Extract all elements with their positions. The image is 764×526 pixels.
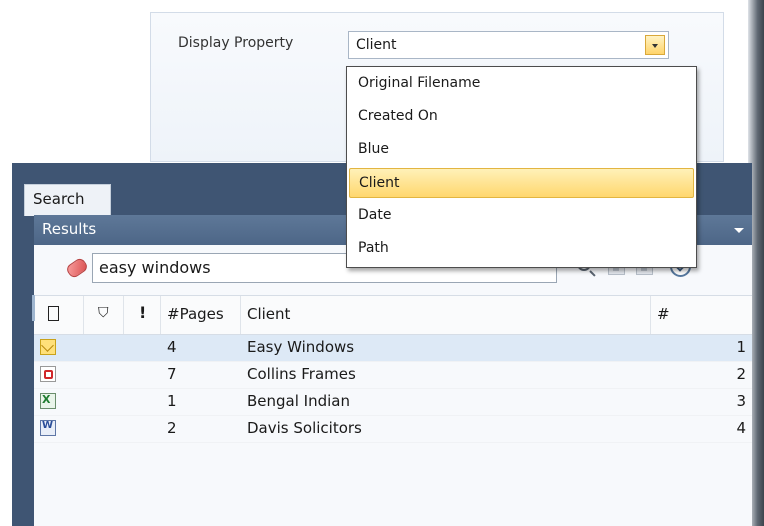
grid-header: ⛉ ! #Pages Client # — [34, 295, 752, 335]
dropdown-arrow-icon[interactable] — [645, 35, 665, 55]
results-grid: ⛉ ! #Pages Client # 4 Easy Windows 1 7 C… — [32, 295, 752, 443]
eraser-icon[interactable] — [64, 256, 90, 280]
column-flag[interactable]: ⛉ — [84, 296, 124, 334]
dropdown-option-selected[interactable]: Client — [349, 168, 694, 198]
importance-icon: ! — [139, 303, 147, 322]
tab-search[interactable]: Search — [24, 184, 111, 216]
word-icon — [40, 420, 56, 436]
excel-icon — [40, 393, 56, 409]
row-number: 2 — [736, 365, 746, 383]
dropdown-option[interactable]: Created On — [349, 102, 694, 132]
row-pages: 4 — [167, 338, 177, 356]
row-number: 3 — [736, 392, 746, 410]
row-client: Collins Frames — [247, 365, 356, 383]
display-property-label: Display Property — [178, 35, 294, 51]
document-icon — [48, 306, 59, 321]
flag-icon: ⛉ — [98, 305, 109, 321]
row-client: Easy Windows — [247, 338, 355, 356]
row-selection-marker — [32, 295, 35, 321]
table-row[interactable]: 1 Bengal Indian 3 — [34, 389, 752, 416]
dropdown-option[interactable]: Blue — [349, 135, 694, 165]
dropdown-option[interactable]: Original Filename — [349, 69, 694, 99]
column-client[interactable]: Client — [241, 296, 651, 334]
column-document-type[interactable] — [34, 296, 84, 334]
dropdown-option[interactable]: Path — [349, 234, 694, 264]
column-importance[interactable]: ! — [124, 296, 161, 334]
column-pages[interactable]: #Pages — [161, 296, 241, 334]
email-icon — [40, 339, 56, 355]
row-client: Davis Solicitors — [247, 419, 362, 437]
row-number: 4 — [736, 419, 746, 437]
display-property-dropdown-list: Original Filename Created On Blue Client… — [346, 66, 697, 268]
pdf-icon — [40, 366, 56, 382]
table-row[interactable]: 7 Collins Frames 2 — [34, 362, 752, 389]
row-pages: 1 — [167, 392, 177, 410]
table-row[interactable]: 4 Easy Windows 1 — [32, 295, 752, 362]
row-pages: 2 — [167, 419, 177, 437]
display-property-select[interactable]: Client — [348, 31, 669, 59]
results-title: Results — [42, 220, 97, 238]
table-row[interactable]: 2 Davis Solicitors 4 — [34, 416, 752, 443]
display-property-value: Client — [356, 37, 397, 53]
collapse-arrow-icon[interactable] — [734, 228, 744, 233]
dropdown-option[interactable]: Date — [349, 201, 694, 231]
row-number: 1 — [736, 338, 746, 356]
row-pages: 7 — [167, 365, 177, 383]
column-number[interactable]: # — [651, 296, 752, 334]
row-client: Bengal Indian — [247, 392, 350, 410]
